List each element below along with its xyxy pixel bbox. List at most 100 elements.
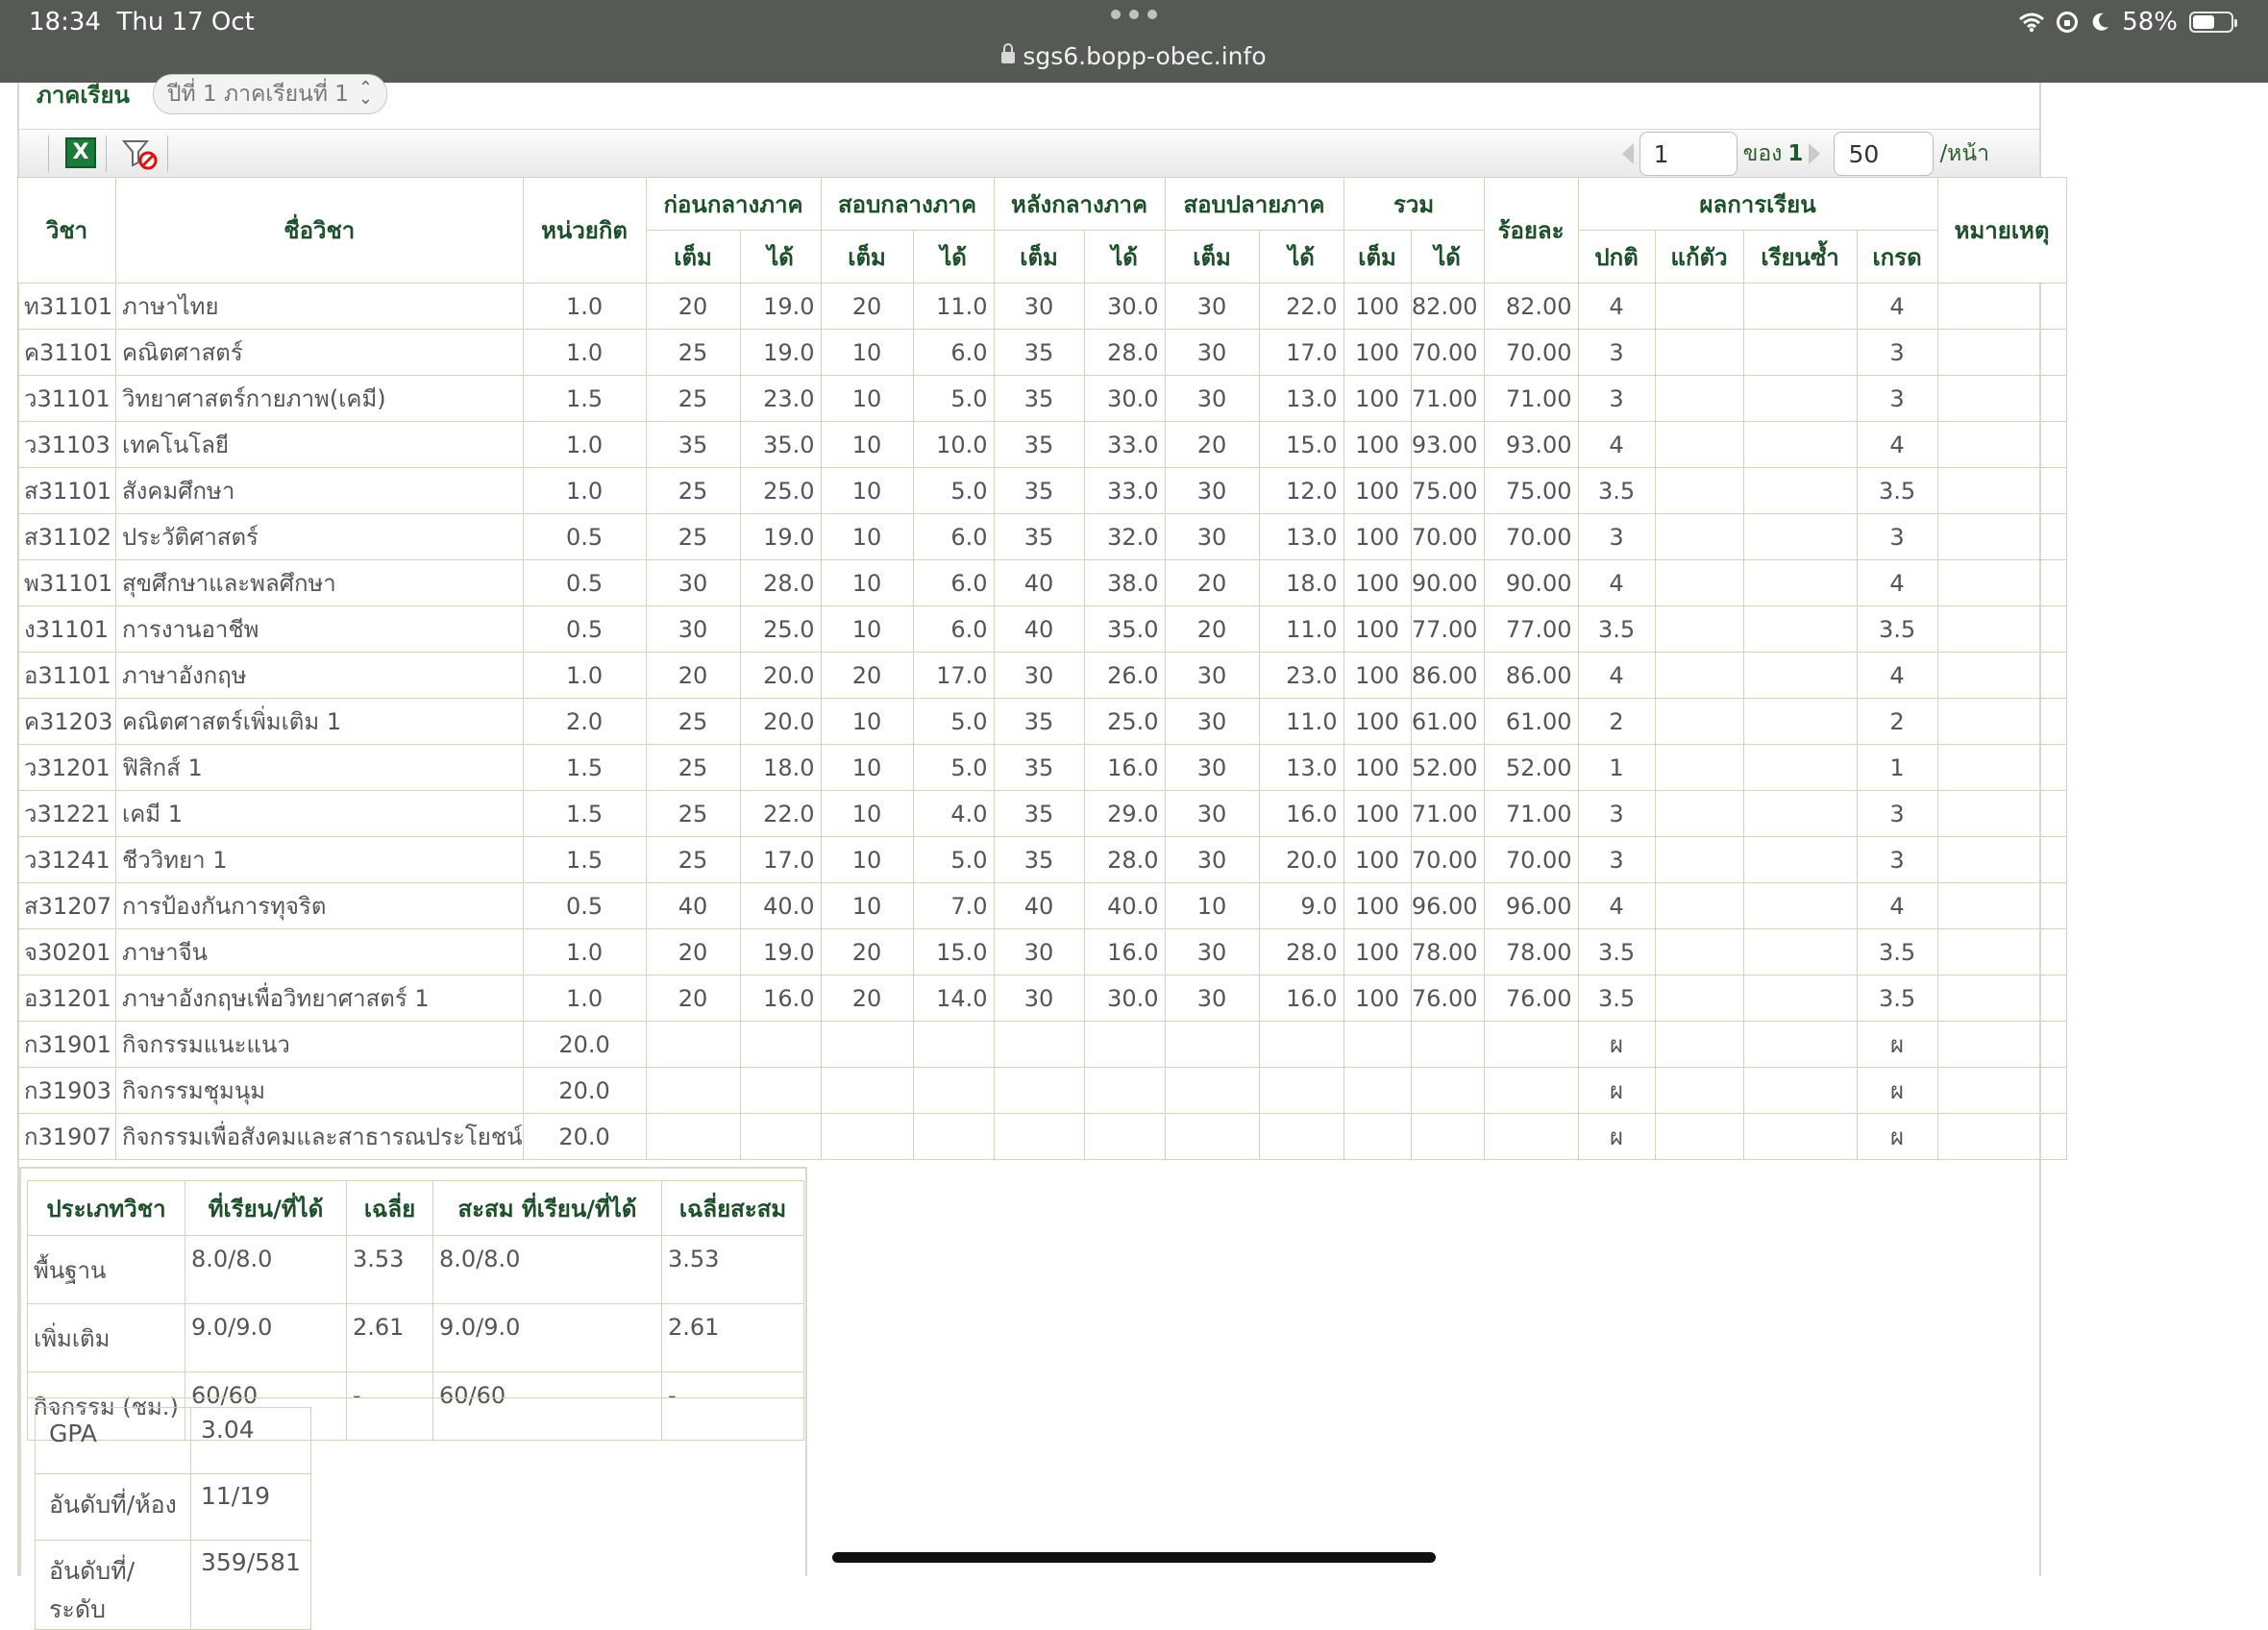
table-row[interactable]: ส31207 การป้องกันการทุจริต 0.5 40 40.0 10 7.0 4… xyxy=(17,882,2067,929)
cell-mid-got: 14.0 xyxy=(912,975,995,1022)
table-row[interactable]: อ31101 ภาษาอังกฤษ 1.0 20 20.0 20 17.0 30 26.0 30 2… xyxy=(17,652,2067,699)
cell-name: ภาษาอังกฤษเพื่อวิทยาศาสตร์ 1 xyxy=(115,975,524,1022)
cell-mid-full: 20 xyxy=(820,975,914,1022)
header-percent[interactable]: ร้อยละ xyxy=(1483,177,1579,284)
table-row[interactable]: จ30201 ภาษาจีน 1.0 20 19.0 20 15.0 30 16.0 30 28.0… xyxy=(17,928,2067,976)
table-row[interactable]: ว31241 ชีววิทยา 1 1.5 25 17.0 10 5.0 35 28.0 30 20… xyxy=(17,836,2067,883)
summary-header-type: ประเภทวิชา xyxy=(27,1180,185,1236)
multitasking-dots-icon[interactable] xyxy=(1111,10,1157,23)
cell-pre-mid-full: 25 xyxy=(645,836,741,883)
table-row[interactable]: ว31103 เทคโนโลยี 1.0 35 35.0 10 10.0 35 33.0 20 15… xyxy=(17,421,2067,468)
summary-header-row: ประเภทวิชา ที่เรียน/ที่ได้ เฉลี่ย สะสม ท… xyxy=(27,1180,804,1236)
next-page-icon[interactable] xyxy=(1809,143,1821,164)
header-remark[interactable]: หมายเหตุ xyxy=(1936,177,2067,284)
toolbar-separator xyxy=(167,136,168,172)
cell-post-mid-full: 35 xyxy=(993,421,1085,468)
cell-grade-fix xyxy=(1654,744,1744,791)
cell-credit: 1.5 xyxy=(522,836,647,883)
summary-cum-avg: 3.53 xyxy=(661,1235,804,1304)
cell-final-full: 30 xyxy=(1164,329,1260,376)
cell-grade-normal: 1 xyxy=(1577,744,1656,791)
excel-export-icon[interactable]: X xyxy=(65,137,96,168)
cell-credit: 1.0 xyxy=(522,975,647,1022)
cell-grade-repeat xyxy=(1742,375,1858,422)
cell-mid-full: 10 xyxy=(820,744,914,791)
header-code[interactable]: วิชา xyxy=(17,177,116,284)
cell-grade: ผ xyxy=(1856,1021,1938,1068)
cell-pre-mid-got: 25.0 xyxy=(739,605,822,653)
cell-credit: 0.5 xyxy=(522,559,647,606)
cell-name: กิจกรรมชุมนุม xyxy=(115,1067,524,1114)
cell-code: ก31907 xyxy=(17,1113,116,1160)
cell-grade-normal: 4 xyxy=(1577,283,1656,330)
cell-total-got: 70.00 xyxy=(1410,329,1485,376)
cell-grade-repeat xyxy=(1742,283,1858,330)
prev-page-icon[interactable] xyxy=(1621,143,1634,164)
cell-pre-mid-full: 20 xyxy=(645,283,741,330)
cell-grade-normal: 3.5 xyxy=(1577,605,1656,653)
table-row[interactable]: ก31903 กิจกรรมชุมนุม 20.0 ผ ผ xyxy=(17,1067,2067,1114)
table-row[interactable]: ก31901 กิจกรรมแนะแนว 20.0 ผ ผ xyxy=(17,1021,2067,1068)
header-credit[interactable]: หน่วยกิต xyxy=(522,177,647,284)
header-full: เต็ม xyxy=(993,230,1085,284)
cell-grade-fix xyxy=(1654,283,1744,330)
table-row[interactable]: ว31221 เคมี 1 1.5 25 22.0 10 4.0 35 29.0 30 16.0 10… xyxy=(17,790,2067,837)
cell-grade-normal: 3.5 xyxy=(1577,928,1656,976)
cell-credit: 20.0 xyxy=(522,1113,647,1160)
table-row[interactable]: ส31101 สังคมศึกษา 1.0 25 25.0 10 5.0 35 33.0 30 12… xyxy=(17,467,2067,514)
cell-post-mid-got xyxy=(1083,1067,1166,1114)
cell-remark xyxy=(1936,975,2067,1022)
table-row[interactable]: ก31907 กิจกรรมเพื่อสังคมและสาธารณประโยชน์… xyxy=(17,1113,2067,1160)
cell-credit: 20.0 xyxy=(522,1021,647,1068)
cell-grade-fix xyxy=(1654,421,1744,468)
table-row[interactable]: ง31101 การงานอาชีพ 0.5 30 25.0 10 6.0 40 35.0 20 1… xyxy=(17,605,2067,653)
filter-clear-icon[interactable] xyxy=(121,137,160,172)
cell-percent: 77.00 xyxy=(1483,605,1579,653)
table-row[interactable]: ค31101 คณิตศาสตร์ 1.0 25 19.0 10 6.0 35 28.0 30 17… xyxy=(17,329,2067,376)
summary-cum-credits: 8.0/8.0 xyxy=(432,1235,662,1304)
cell-final-got xyxy=(1258,1021,1344,1068)
cell-mid-got: 5.0 xyxy=(912,836,995,883)
cell-mid-full: 20 xyxy=(820,652,914,699)
table-row[interactable]: ท31101 ภาษาไทย 1.0 20 19.0 20 11.0 30 30.0 30 22.0… xyxy=(17,283,2067,330)
cell-mid-got: 17.0 xyxy=(912,652,995,699)
home-indicator[interactable] xyxy=(832,1552,1436,1563)
cell-mid-full: 10 xyxy=(820,421,914,468)
cell-final-got: 15.0 xyxy=(1258,421,1344,468)
cell-final-full: 10 xyxy=(1164,882,1260,929)
summary-header-cum-avg: เฉลี่ยสะสม xyxy=(661,1180,804,1236)
cell-final-got: 20.0 xyxy=(1258,836,1344,883)
table-row[interactable]: ค31203 คณิตศาสตร์เพิ่มเติม 1 2.0 25 20.0 10 5.… xyxy=(17,698,2067,745)
cell-total-full: 100 xyxy=(1343,513,1412,560)
semester-select[interactable]: ปีที่ 1 ภาคเรียนที่ 1 ⌃ ⌄ xyxy=(152,74,388,114)
address-bar[interactable]: sgs6.bopp-obec.info xyxy=(0,42,2268,70)
header-name[interactable]: ชื่อวิชา xyxy=(115,177,524,284)
cell-total-full: 100 xyxy=(1343,790,1412,837)
cell-percent: 61.00 xyxy=(1483,698,1579,745)
cell-pre-mid-full: 25 xyxy=(645,375,741,422)
cell-grade-fix xyxy=(1654,928,1744,976)
cell-grade: 1 xyxy=(1856,744,1938,791)
table-row[interactable]: ส31102 ประวัติศาสตร์ 0.5 25 19.0 10 6.0 35 32.0 3… xyxy=(17,513,2067,560)
summary-avg: - xyxy=(346,1371,433,1441)
cell-grade-repeat xyxy=(1742,467,1858,514)
cell-mid-got: 4.0 xyxy=(912,790,995,837)
lock-icon xyxy=(1001,43,1016,63)
page-number-input[interactable]: 1 xyxy=(1639,132,1738,176)
status-time-date: 18:34 Thu 17 Oct xyxy=(29,8,255,37)
cell-credit: 1.0 xyxy=(522,421,647,468)
cell-pre-mid-full xyxy=(645,1021,741,1068)
table-row[interactable]: อ31201 ภาษาอังกฤษเพื่อวิทยาศาสตร์ 1 1.0 20 1… xyxy=(17,975,2067,1022)
cell-code: ว31221 xyxy=(17,790,116,837)
table-row[interactable]: พ31101 สุขศึกษาและพลศึกษา 0.5 30 28.0 10 6.0 40… xyxy=(17,559,2067,606)
cell-total-full: 100 xyxy=(1343,928,1412,976)
table-row[interactable]: ว31201 ฟิสิกส์ 1 1.5 25 18.0 10 5.0 35 16.0 30 13.… xyxy=(17,744,2067,791)
cell-remark xyxy=(1936,1067,2067,1114)
cell-pre-mid-got: 17.0 xyxy=(739,836,822,883)
cell-grade-fix xyxy=(1654,975,1744,1022)
cell-credit: 1.5 xyxy=(522,790,647,837)
table-row[interactable]: ว31101 วิทยาศาสตร์กายภาพ(เคมี) 1.5 25 23.0 10… xyxy=(17,375,2067,422)
cell-remark xyxy=(1936,928,2067,976)
cell-post-mid-full: 30 xyxy=(993,928,1085,976)
page-size-input[interactable]: 50 xyxy=(1834,132,1935,176)
